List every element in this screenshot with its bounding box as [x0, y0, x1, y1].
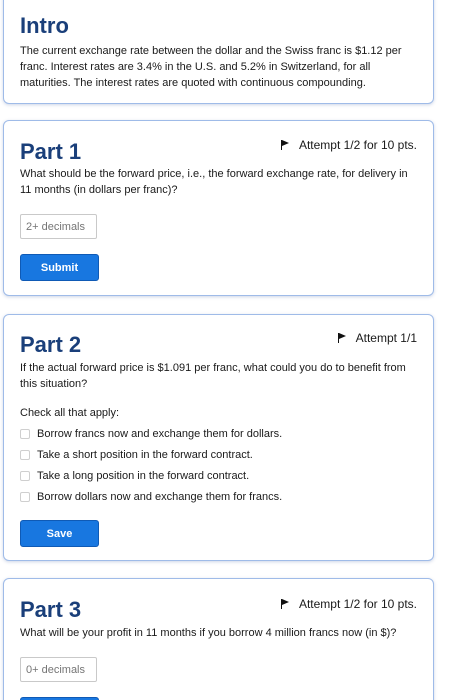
- checkbox[interactable]: [20, 492, 30, 502]
- checkbox[interactable]: [20, 471, 30, 481]
- option-borrow-dollars[interactable]: Borrow dollars now and exchange them for…: [20, 489, 282, 505]
- option-long-forward[interactable]: Take a long position in the forward cont…: [20, 468, 249, 484]
- part2-attempt-text: Attempt 1/1: [355, 331, 417, 345]
- part1-answer-input[interactable]: [20, 214, 97, 239]
- option-borrow-francs[interactable]: Borrow francs now and exchange them for …: [20, 426, 282, 442]
- part1-question: What should be the forward price, i.e., …: [20, 168, 408, 196]
- part1-attempt-text: Attempt 1/2 for 10 pts.: [298, 138, 417, 152]
- option-label: Take a short position in the forward con…: [37, 449, 253, 461]
- part2-question: If the actual forward price is $1.091 pe…: [20, 362, 406, 390]
- part3-title: Part 3: [20, 597, 82, 622]
- checkbox[interactable]: [20, 450, 30, 460]
- flag-icon: [337, 333, 348, 343]
- checkbox[interactable]: [20, 429, 30, 439]
- part3-answer-input[interactable]: [20, 657, 97, 682]
- part3-attempt: Attempt 1/2 for 10 pts.: [280, 597, 417, 611]
- intro-text: The current exchange rate between the do…: [20, 45, 402, 89]
- option-label: Borrow dollars now and exchange them for…: [37, 491, 283, 503]
- part3-attempt-text: Attempt 1/2 for 10 pts.: [298, 597, 417, 611]
- option-label: Borrow francs now and exchange them for …: [37, 428, 283, 440]
- part2-instruction: Check all that apply:: [20, 407, 120, 419]
- part2-title: Part 2: [20, 332, 82, 357]
- save-button[interactable]: Save: [20, 520, 99, 547]
- part2-card: Part 2 Attempt 1/1 If the actual forward…: [3, 314, 434, 561]
- part3-card: Part 3 Attempt 1/2 for 10 pts. What will…: [3, 578, 434, 700]
- flag-icon: [280, 599, 291, 609]
- intro-card: Intro The current exchange rate between …: [3, 0, 434, 104]
- option-label: Take a long position in the forward cont…: [37, 470, 250, 482]
- option-short-forward[interactable]: Take a short position in the forward con…: [20, 447, 253, 463]
- part1-attempt: Attempt 1/2 for 10 pts.: [280, 138, 417, 152]
- part1-title: Part 1: [20, 139, 82, 164]
- part3-question: What will be your profit in 11 months if…: [20, 627, 397, 639]
- flag-icon: [280, 140, 291, 150]
- intro-title: Intro: [20, 13, 69, 38]
- part2-attempt: Attempt 1/1: [337, 331, 417, 345]
- submit-button[interactable]: Submit: [20, 254, 99, 281]
- part1-card: Part 1 Attempt 1/2 for 10 pts. What shou…: [3, 120, 434, 296]
